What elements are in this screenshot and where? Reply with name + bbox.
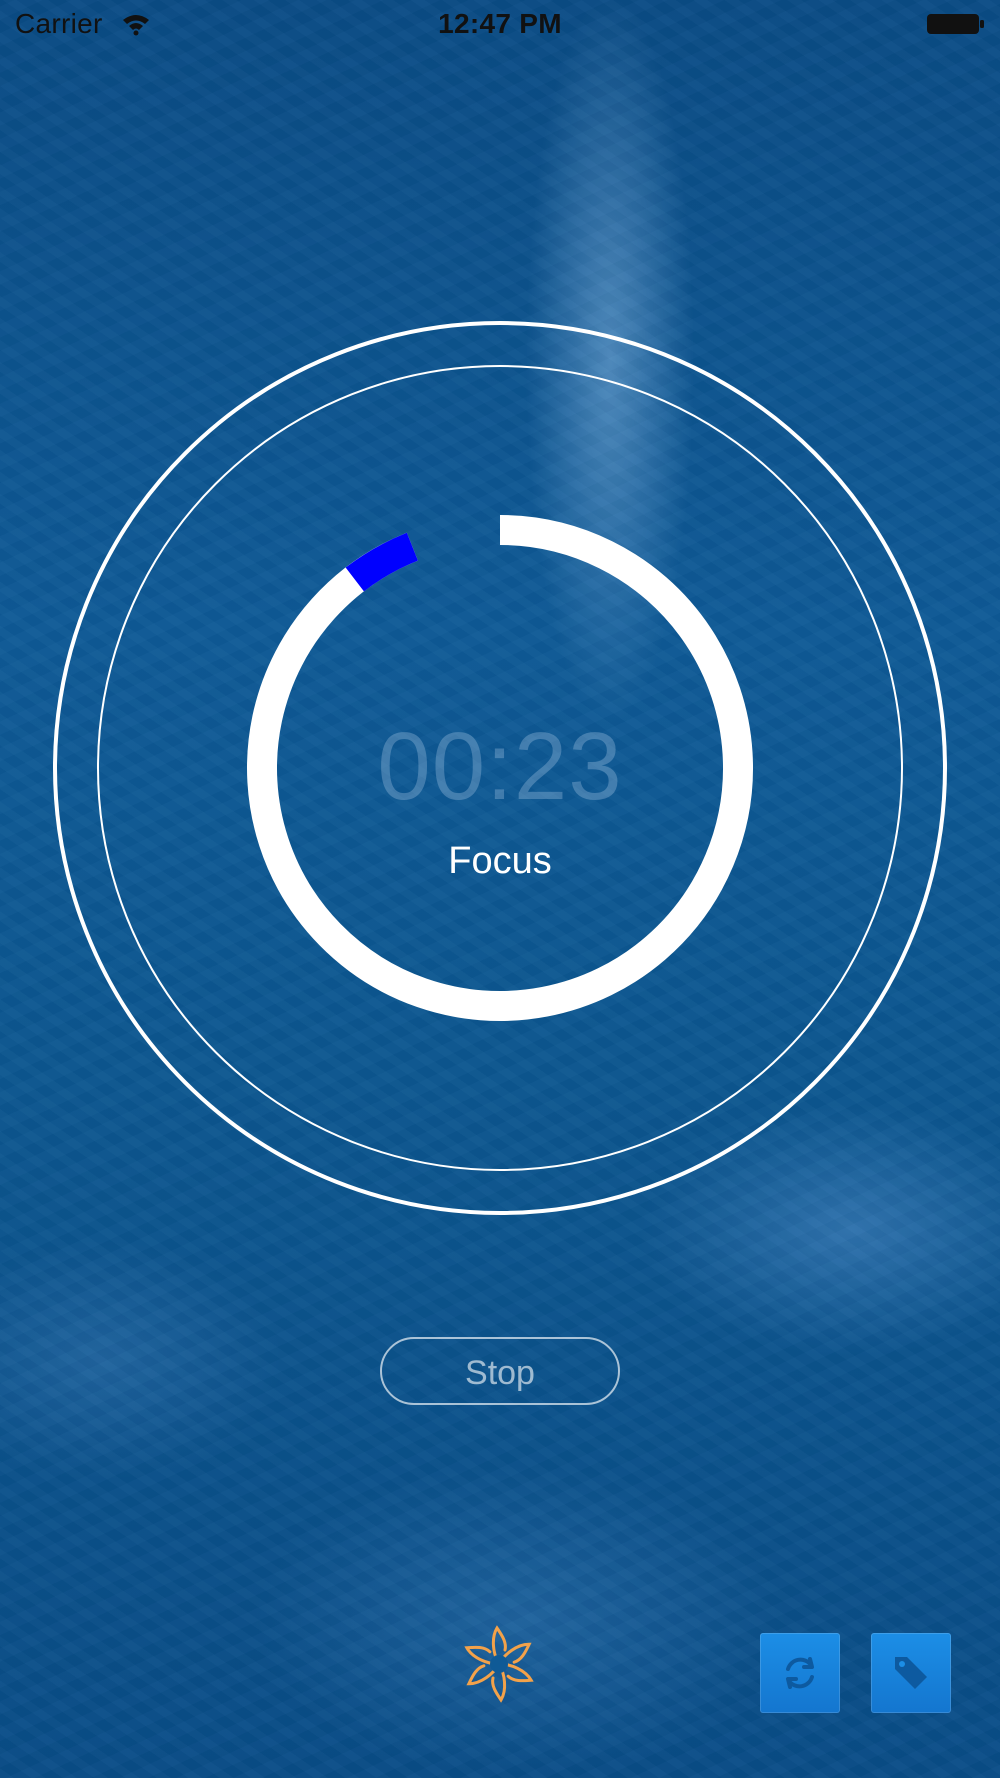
- timer-dial: [53, 321, 947, 1215]
- stop-button[interactable]: Stop: [380, 1337, 620, 1405]
- tag-icon: [895, 1657, 927, 1689]
- timer-display: 00:23: [377, 713, 623, 820]
- tag-button[interactable]: [871, 1633, 951, 1713]
- mode-label: Focus: [448, 840, 552, 882]
- reset-button[interactable]: [760, 1633, 840, 1713]
- flower-logo-icon[interactable]: [458, 1620, 540, 1708]
- progress-marker: [345, 532, 419, 592]
- logo-center: [490, 1655, 508, 1673]
- refresh-icon: [786, 1657, 814, 1689]
